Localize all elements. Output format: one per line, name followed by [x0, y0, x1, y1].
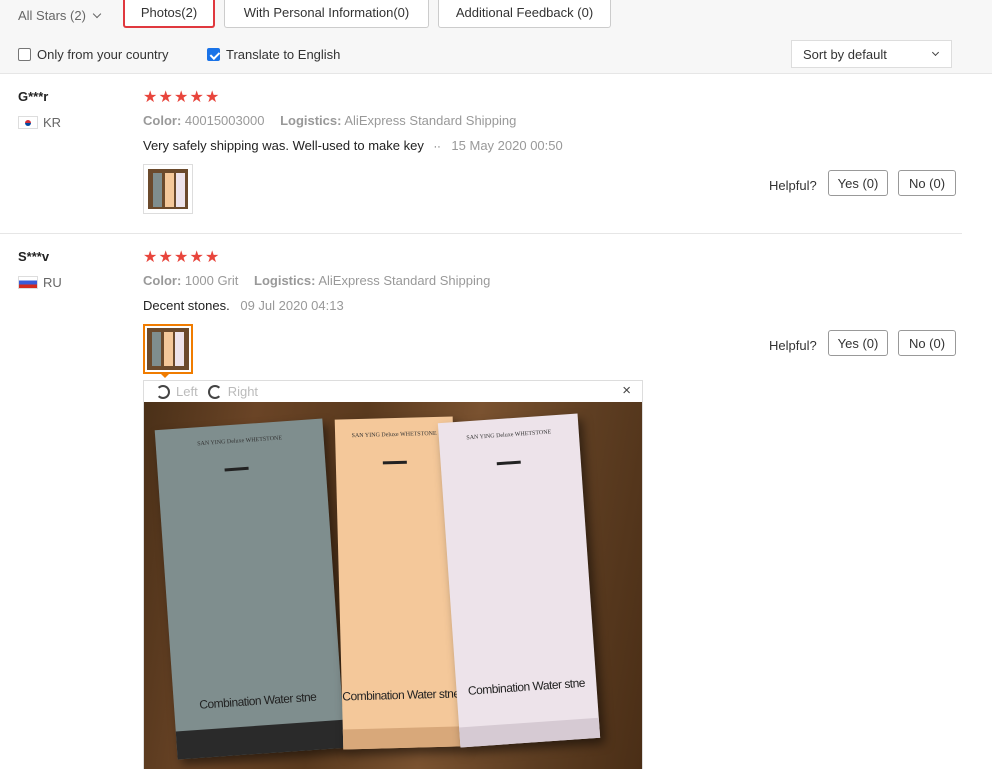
star-icon: ★: [189, 249, 204, 266]
star-icon: ★: [143, 89, 158, 106]
photo-thumbnail-image: [148, 169, 188, 209]
logistics-label: Logistics:: [280, 113, 342, 128]
color-label: Color:: [143, 113, 182, 128]
checkbox-box-checked[interactable]: [207, 48, 220, 61]
photo-thumbnail-image: [147, 328, 189, 370]
helpful-label: Helpful?: [769, 178, 817, 193]
stone-heading: SAN YING Deluxe WHETSTONE: [197, 435, 283, 448]
review-text: Very safely shipping was. Well-used to m…: [143, 138, 424, 153]
stone-logo-icon: [224, 457, 249, 472]
checkbox-box[interactable]: [18, 48, 31, 61]
reviewer-name: G***r: [18, 89, 49, 104]
tab-personal-information[interactable]: With Personal Information(0): [224, 0, 429, 28]
review-date: 09 Jul 2020 04:13: [240, 298, 344, 313]
star-filter-select[interactable]: All Stars (2): [18, 2, 102, 28]
review-content: Decent stones. 09 Jul 2020 04:13: [143, 298, 344, 313]
review-item: G***r KR ★ ★ ★ ★ ★ Color: 40015003000 Logist…: [0, 74, 962, 234]
tab-additional-feedback[interactable]: Additional Feedback (0): [438, 0, 611, 28]
viewer-toolbar: Left Right ×: [144, 381, 642, 402]
chevron-down-icon: [92, 9, 102, 18]
close-icon[interactable]: ×: [622, 382, 631, 399]
review-text: Decent stones.: [143, 298, 230, 313]
whetstone-gray: SAN YING Deluxe WHETSTONE Combination Wa…: [154, 418, 346, 760]
color-value: 40015003000: [184, 113, 265, 128]
star-icon: ★: [174, 249, 189, 266]
review-photo: SAN YING Deluxe WHETSTONE Combination Wa…: [144, 402, 642, 769]
star-icon: ★: [143, 249, 158, 266]
reviewer-country: KR: [18, 115, 61, 130]
country-code: RU: [43, 275, 62, 290]
logistics-value: AliExpress Standard Shipping: [318, 273, 491, 288]
review-photo-thumbnail[interactable]: [143, 164, 193, 214]
logistics-value: AliExpress Standard Shipping: [344, 113, 517, 128]
star-icon: ★: [174, 89, 189, 106]
helpful-yes-button[interactable]: Yes (0): [828, 330, 888, 356]
helpful-yes-button[interactable]: Yes (0): [828, 170, 888, 196]
star-rating: ★ ★ ★ ★ ★: [143, 90, 221, 106]
color-label: Color:: [143, 273, 182, 288]
rotate-right-button[interactable]: Right: [207, 384, 259, 399]
translate-label: Translate to English: [226, 47, 341, 62]
helpful-no-button[interactable]: No (0): [898, 330, 956, 356]
star-icon: ★: [189, 89, 204, 106]
review-photo-thumbnail-active[interactable]: [143, 324, 193, 374]
active-thumbnail-pointer: [160, 373, 170, 378]
photo-viewer: Left Right × SAN YING Deluxe WHETSTONE C…: [143, 380, 643, 769]
stone-logo-icon: [382, 451, 408, 465]
rotate-left-button[interactable]: Left: [156, 384, 198, 399]
helpful-no-button[interactable]: No (0): [898, 170, 956, 196]
whetstone-white: SAN YING Deluxe WHETSTONE Combination Wa…: [437, 413, 601, 748]
review-meta: Color: 1000 Grit Logistics: AliExpress S…: [143, 273, 490, 288]
reviewer-name: S***v: [18, 249, 50, 264]
review-meta: Color: 40015003000 Logistics: AliExpress…: [143, 113, 516, 128]
color-value: 1000 Grit: [184, 273, 239, 288]
rotate-left-icon: [156, 384, 170, 399]
helpful-label: Helpful?: [769, 338, 817, 353]
sort-label: Sort by default: [803, 46, 887, 62]
star-rating: ★ ★ ★ ★ ★: [143, 250, 221, 266]
review-content: Very safely shipping was. Well-used to m…: [143, 138, 563, 153]
star-icon: ★: [205, 89, 220, 106]
star-icon: ★: [205, 249, 220, 266]
stone-heading: SAN YING Deluxe WHETSTONE: [466, 429, 552, 442]
star-filter-label: All Stars (2): [18, 7, 86, 23]
only-country-checkbox[interactable]: Only from your country: [18, 47, 169, 62]
rotate-right-label: Right: [227, 384, 259, 399]
rotate-left-label: Left: [176, 384, 198, 399]
logistics-label: Logistics:: [254, 273, 316, 288]
star-icon: ★: [158, 249, 173, 266]
star-icon: ★: [158, 89, 173, 106]
more-icon[interactable]: ··: [433, 141, 440, 153]
stone-logo-icon: [496, 451, 521, 466]
review-date: 15 May 2020 00:50: [451, 138, 563, 153]
stone-label: Combination Water stne: [342, 686, 460, 704]
rotate-right-icon: [207, 384, 222, 399]
only-country-label: Only from your country: [37, 47, 169, 62]
stone-heading: SAN YING Deluxe WHETSTONE: [351, 430, 437, 440]
stone-label: Combination Water stne: [467, 675, 586, 698]
flag-kr-icon: [18, 116, 38, 129]
tab-photos[interactable]: Photos(2): [123, 0, 215, 28]
stone-label: Combination Water stne: [198, 689, 317, 712]
reviewer-country: RU: [18, 275, 62, 290]
translate-checkbox[interactable]: Translate to English: [207, 47, 340, 62]
country-code: KR: [43, 115, 62, 130]
sort-select[interactable]: Sort by default: [791, 40, 952, 68]
filter-bar: All Stars (2) Photos(2) With Personal In…: [0, 0, 992, 74]
chevron-down-icon: [931, 48, 940, 57]
flag-ru-icon: [18, 276, 38, 289]
